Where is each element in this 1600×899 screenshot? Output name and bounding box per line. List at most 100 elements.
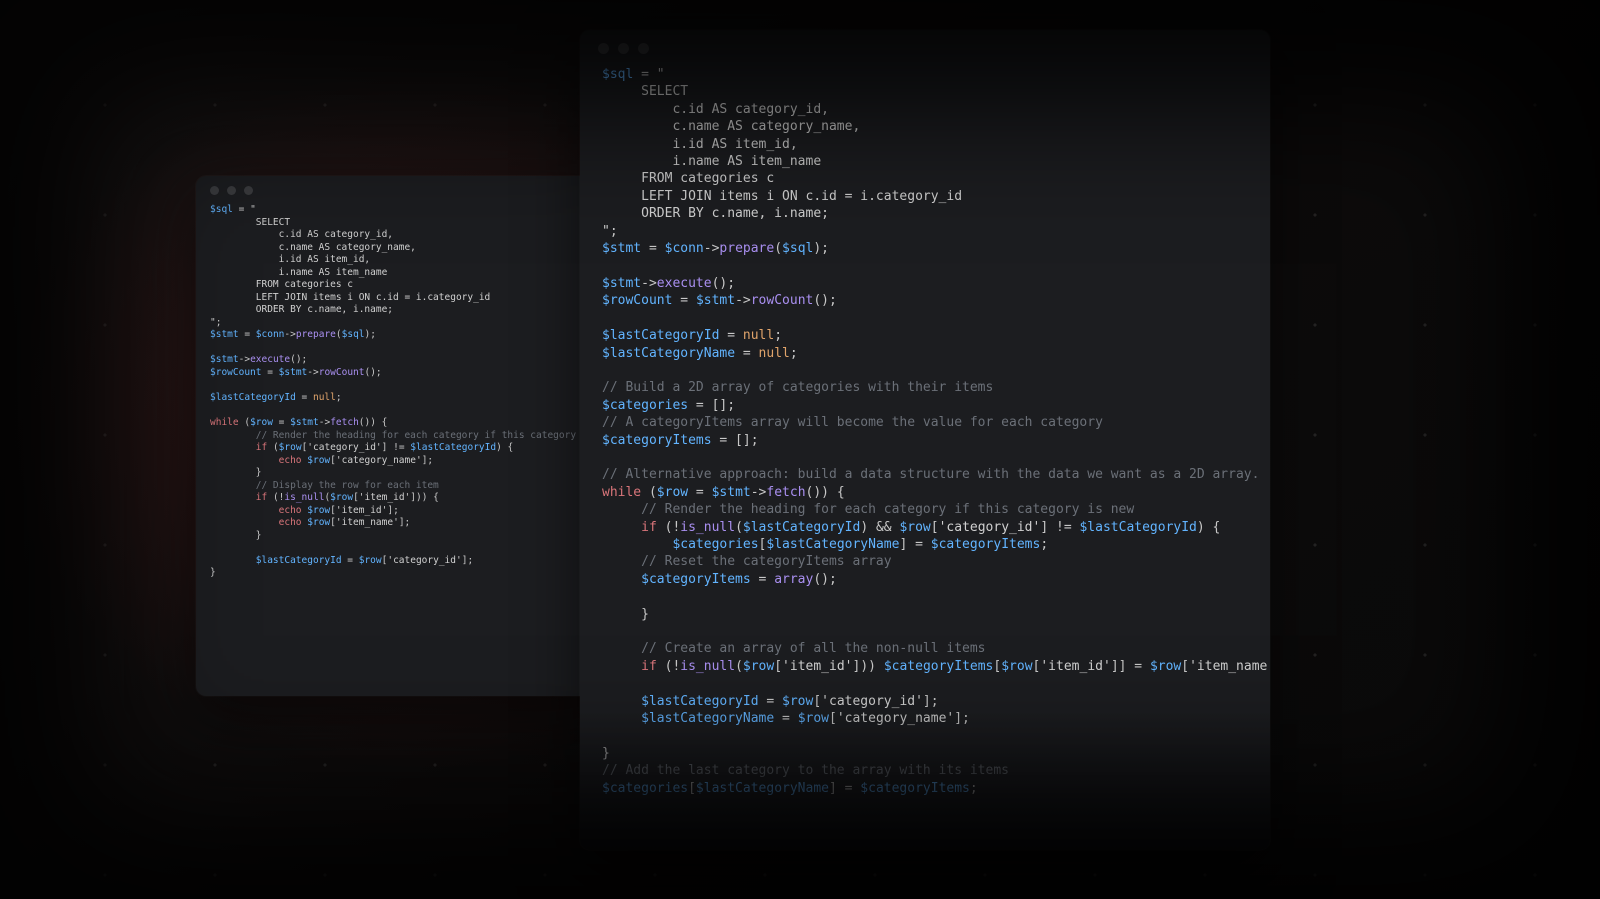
token: $categoryItems xyxy=(884,659,994,674)
token: -> xyxy=(704,241,720,256)
token: = xyxy=(774,711,797,726)
token: $sql xyxy=(782,241,813,256)
token: = xyxy=(751,572,774,587)
token: ( xyxy=(641,485,657,500)
code-line: $stmt->execute(); xyxy=(602,275,1248,292)
window-titlebar[interactable] xyxy=(580,30,1270,66)
token xyxy=(602,711,641,726)
token: $row xyxy=(330,492,353,503)
token: c.id AS category_id, xyxy=(210,229,393,240)
token: array xyxy=(774,572,813,587)
token: (! xyxy=(657,659,680,674)
token: ( xyxy=(735,659,743,674)
token: SELECT xyxy=(602,84,688,99)
code-line xyxy=(602,449,1248,466)
token: = xyxy=(735,346,758,361)
token: [ xyxy=(931,520,939,535)
code-line: ORDER BY c.name, i.name; xyxy=(210,304,602,317)
code-editor-window-back: $sql = " SELECT c.id AS category_id, c.n… xyxy=(196,176,616,696)
token: $row xyxy=(359,555,382,566)
token: $row xyxy=(1150,659,1181,674)
token: ); xyxy=(365,329,376,340)
token: is_null xyxy=(284,492,324,503)
token: } xyxy=(602,607,649,622)
traffic-light-zoom-icon[interactable] xyxy=(244,186,253,195)
token: -> xyxy=(735,293,751,308)
code-editor-window-front: $sql = " SELECT c.id AS category_id, c.n… xyxy=(580,30,1270,850)
token: // Reset the categoryItems array xyxy=(602,554,892,569)
traffic-light-zoom-icon[interactable] xyxy=(638,43,649,54)
window-titlebar[interactable] xyxy=(196,176,616,204)
token: ) { xyxy=(496,442,513,453)
code-line xyxy=(602,310,1248,327)
token: $row xyxy=(279,442,302,453)
code-line: LEFT JOIN items i ON c.id = i.category_i… xyxy=(210,292,602,305)
token: = xyxy=(633,67,656,82)
token: = xyxy=(641,241,664,256)
token xyxy=(602,520,641,535)
token: = xyxy=(672,293,695,308)
token: -> xyxy=(284,329,295,340)
token: -> xyxy=(641,276,657,291)
code-line: FROM categories c xyxy=(602,170,1248,187)
token: echo xyxy=(279,517,302,528)
token: c.name AS category_name, xyxy=(602,119,860,134)
token: $row xyxy=(899,520,930,535)
token: $stmt xyxy=(602,241,641,256)
token: ] xyxy=(1040,520,1048,535)
code-line: if (!is_null($row['item_id'])) { xyxy=(210,492,602,505)
code-line: if (!is_null($row['item_id'])) $category… xyxy=(602,658,1248,675)
code-area-front[interactable]: $sql = " SELECT c.id AS category_id, c.n… xyxy=(580,66,1270,819)
token: $sql xyxy=(602,67,633,82)
token: is_null xyxy=(680,659,735,674)
traffic-light-minimize-icon[interactable] xyxy=(618,43,629,54)
token xyxy=(602,694,641,709)
token: } xyxy=(210,530,261,541)
token: (); xyxy=(290,354,307,365)
token: = xyxy=(261,367,278,378)
token: $stmt xyxy=(696,293,735,308)
token: // A categoryItems array will become the… xyxy=(602,415,1103,430)
token: [ xyxy=(813,694,821,709)
code-line xyxy=(210,342,602,355)
token: ; xyxy=(216,317,222,328)
token: if xyxy=(641,520,657,535)
token: ) xyxy=(860,520,868,535)
token: ) { xyxy=(1197,520,1220,535)
token: $lastCategoryId xyxy=(410,442,496,453)
code-line xyxy=(602,623,1248,640)
token: while xyxy=(602,485,641,500)
code-line: } xyxy=(210,567,602,580)
code-line xyxy=(210,542,602,555)
token: 'category_name' xyxy=(837,711,954,726)
token: ; xyxy=(790,346,798,361)
token: $lastCategoryId xyxy=(641,694,758,709)
token: = xyxy=(233,204,250,215)
token: fetch xyxy=(330,417,359,428)
token: FROM categories c xyxy=(210,279,353,290)
token: $lastCategoryId xyxy=(602,328,719,343)
token: $row xyxy=(743,659,774,674)
traffic-light-close-icon[interactable] xyxy=(210,186,219,195)
token: if xyxy=(256,442,267,453)
token: $stmt xyxy=(279,367,308,378)
traffic-light-close-icon[interactable] xyxy=(598,43,609,54)
token: echo xyxy=(279,505,302,516)
traffic-light-minimize-icon[interactable] xyxy=(227,186,236,195)
code-line: } xyxy=(602,606,1248,623)
token: $row xyxy=(307,517,330,528)
code-line: $rowCount = $stmt->rowCount(); xyxy=(602,292,1248,309)
token: $categories xyxy=(672,537,758,552)
code-area-back[interactable]: $sql = " SELECT c.id AS category_id, c.n… xyxy=(196,204,616,594)
token: $categories xyxy=(602,398,688,413)
token xyxy=(602,659,641,674)
code-line: $categories[$lastCategoryName] = $catego… xyxy=(602,780,1248,797)
token: $lastCategoryId xyxy=(743,520,860,535)
code-line: c.id AS category_id, xyxy=(210,229,602,242)
code-line xyxy=(602,588,1248,605)
token: } xyxy=(210,567,216,578)
token: i.id AS item_id, xyxy=(602,137,798,152)
token: ])) { xyxy=(410,492,439,503)
token: $categoryItems xyxy=(860,781,970,796)
token: $stmt xyxy=(210,329,239,340)
